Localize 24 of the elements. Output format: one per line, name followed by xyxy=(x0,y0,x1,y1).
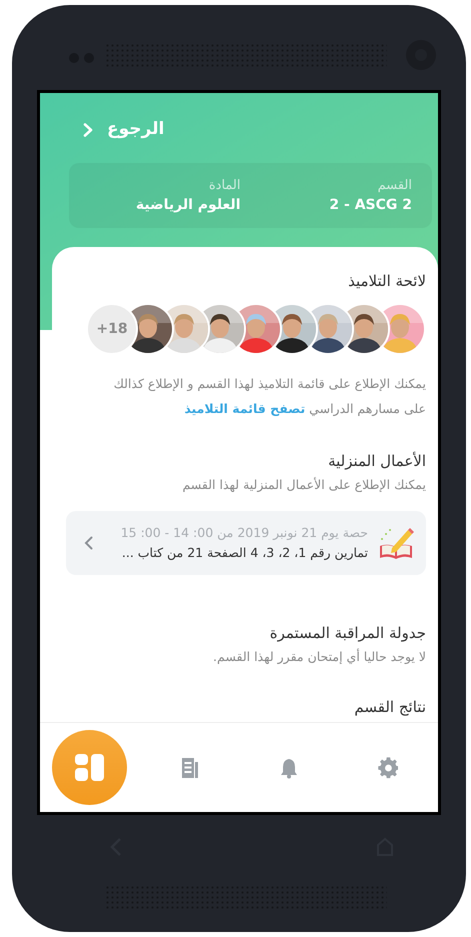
section-title: جدولة المراقبة المستمرة xyxy=(268,623,426,643)
bell-icon xyxy=(278,756,299,778)
section-subtitle: لا يوجد حاليا أي إمتحان مقرر لهذا القسم. xyxy=(212,648,426,666)
description: يمكنك الإطلاع على قائمة التلاميذ لهذا القسم و الإطلاع كذالك على مسارهم الدراسي تصفح قائمة التلاميذ xyxy=(112,375,426,418)
section-title: لائحة التلاميذ xyxy=(347,271,426,291)
section-title: الأعمال المنزلية xyxy=(327,451,426,471)
field-label: القسم xyxy=(378,176,412,194)
homework-item[interactable]: حصة يوم 21 نونبر 2019 من 00: 14 - 00: 15 تمارين رقم 1، 2، 3، 4 الصفحة 21 من كتاب ... xyxy=(66,511,426,575)
back-label[interactable]: الرجوع xyxy=(107,117,164,143)
document-icon xyxy=(179,756,200,778)
chevron-left-icon xyxy=(84,536,93,550)
section-title: نتائج القسم xyxy=(353,697,426,717)
browse-students-link[interactable]: تصفح قائمة التلاميذ xyxy=(184,401,306,416)
more-count[interactable]: +18 xyxy=(86,303,138,355)
homework-text: تمارين رقم 1، 2، 3، 4 الصفحة 21 من كتاب ... xyxy=(120,544,368,562)
homework-date: حصة يوم 21 نونبر 2019 من 00: 14 - 00: 15 xyxy=(120,524,368,542)
chevron-right-icon[interactable] xyxy=(83,123,93,137)
section-subtitle: يمكنك الإطلاع على الأعمال المنزلية لهذا القسم xyxy=(181,476,426,494)
field-label: المادة xyxy=(208,176,240,194)
field-value: 2 - ASCG 2 xyxy=(329,196,412,214)
settings-icon xyxy=(378,756,398,778)
logo-icon xyxy=(73,752,106,783)
pencil-book-icon xyxy=(378,526,414,560)
field-value: العلوم الرياضية xyxy=(136,196,240,214)
